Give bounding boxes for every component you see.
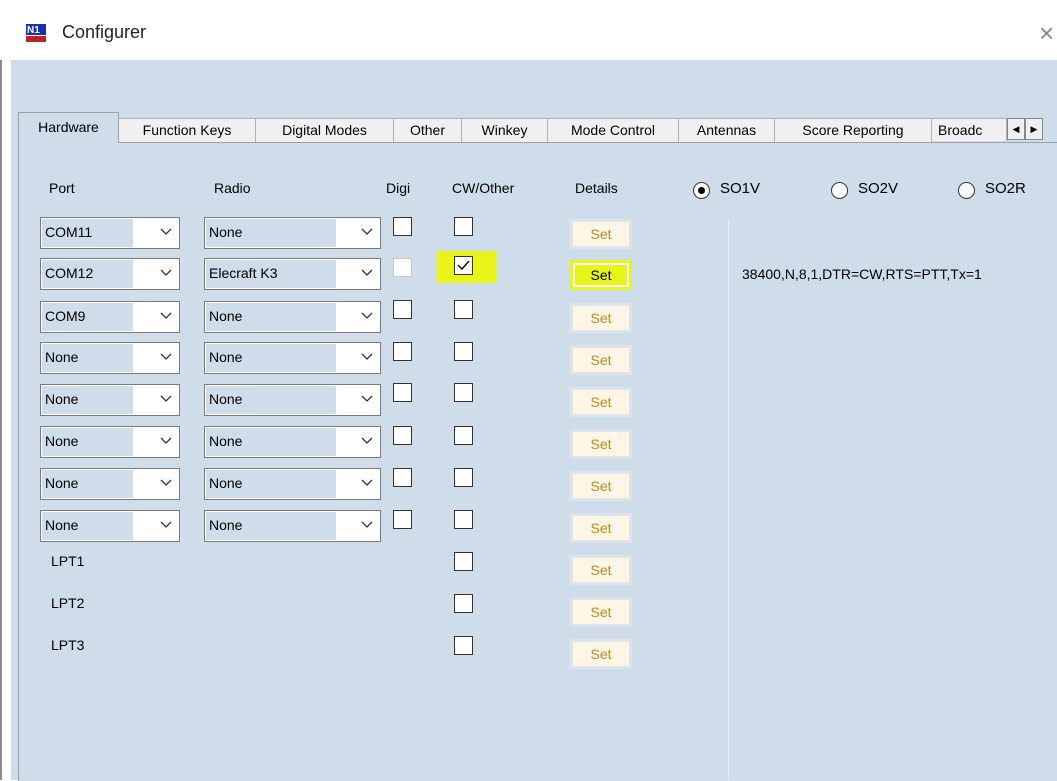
tab-scroll-right-icon[interactable]: ▶ [1025, 118, 1043, 140]
tab-antennas[interactable]: Antennas [678, 118, 775, 142]
chevron-down-icon [160, 395, 172, 402]
radio-select[interactable]: Elecraft K3 [204, 258, 381, 290]
radio-select[interactable]: None [204, 510, 381, 542]
panel-divider [728, 220, 729, 780]
so1v-radio[interactable] [693, 182, 710, 199]
chevron-down-icon [361, 521, 373, 528]
chevron-down-icon [160, 312, 172, 319]
chevron-down-icon [160, 479, 172, 486]
port-select[interactable]: None [40, 468, 180, 500]
lpt2-label: LPT2 [51, 595, 85, 611]
cw-checkbox[interactable] [454, 426, 473, 445]
window-title: Configurer [62, 22, 147, 42]
cw-checkbox[interactable] [454, 300, 473, 319]
so2r-label: SO2R [985, 180, 1026, 197]
set-button[interactable]: Set [570, 387, 632, 417]
digi-checkbox[interactable] [393, 342, 412, 361]
check-icon [457, 260, 470, 271]
tab-other[interactable]: Other [393, 118, 462, 142]
port-select[interactable]: None [40, 342, 180, 374]
tab-score-reporting[interactable]: Score Reporting [774, 118, 932, 142]
chevron-down-icon [160, 353, 172, 360]
tab-winkey[interactable]: Winkey [461, 118, 548, 142]
set-button[interactable]: Set [570, 555, 632, 585]
tab-hardware[interactable]: Hardware [18, 112, 119, 143]
radio-select[interactable]: None [204, 301, 381, 333]
set-button-highlighted[interactable]: Set [570, 260, 632, 290]
tab-mode-control[interactable]: Mode Control [547, 118, 679, 142]
set-button[interactable]: Set [570, 471, 632, 501]
set-button[interactable]: Set [570, 513, 632, 543]
tab-digital-modes[interactable]: Digital Modes [255, 118, 394, 142]
cw-checkbox[interactable] [454, 217, 473, 236]
port-select[interactable]: COM12 [40, 258, 180, 290]
lpt3-label: LPT3 [51, 637, 85, 653]
tab-broadcast[interactable]: Broadc [931, 118, 1007, 141]
digi-checkbox[interactable] [393, 383, 412, 402]
cw-checkbox[interactable] [454, 594, 473, 613]
tab-strip: Hardware Function Keys Digital Modes Oth… [18, 112, 1046, 143]
set-button[interactable]: Set [570, 219, 632, 249]
port-select[interactable]: None [40, 426, 180, 458]
chevron-down-icon [160, 228, 172, 235]
cw-checkbox[interactable] [454, 552, 473, 571]
cw-checkbox-checked[interactable] [454, 256, 473, 275]
close-icon[interactable]: × [1039, 18, 1057, 49]
so2v-label: SO2V [858, 180, 899, 197]
title-bar: N1 Configurer × [0, 0, 1057, 60]
digi-checkbox[interactable] [393, 217, 412, 236]
port-select[interactable]: None [40, 384, 180, 416]
lpt1-label: LPT1 [51, 553, 85, 569]
svg-text:N1: N1 [27, 25, 40, 36]
digi-checkbox[interactable] [393, 300, 412, 319]
radio-select[interactable]: None [204, 342, 381, 374]
set-button[interactable]: Set [570, 303, 632, 333]
radio-header: Radio [214, 180, 251, 196]
radio-select[interactable]: None [204, 384, 381, 416]
radio-select[interactable]: None [204, 468, 381, 500]
chevron-down-icon [160, 521, 172, 528]
chevron-down-icon [361, 395, 373, 402]
cw-other-header: CW/Other [452, 180, 515, 196]
set-button[interactable]: Set [570, 345, 632, 375]
digi-checkbox-disabled [393, 258, 412, 277]
radio-select[interactable]: None [204, 426, 381, 458]
chevron-down-icon [361, 353, 373, 360]
chevron-down-icon [361, 437, 373, 444]
tab-scroll-left-icon[interactable]: ◀ [1007, 118, 1025, 140]
port-select[interactable]: COM11 [40, 217, 180, 249]
set-button[interactable]: Set [570, 429, 632, 459]
port-select[interactable]: COM9 [40, 301, 180, 333]
set-button[interactable]: Set [570, 597, 632, 627]
port-header: Port [49, 180, 75, 196]
chevron-down-icon [160, 437, 172, 444]
cw-checkbox[interactable] [454, 636, 473, 655]
cw-checkbox[interactable] [454, 342, 473, 361]
so1v-label: SO1V [720, 180, 761, 197]
port-select[interactable]: None [40, 510, 180, 542]
chevron-down-icon [361, 479, 373, 486]
digi-header: Digi [386, 180, 411, 196]
window-border [0, 60, 2, 780]
app-logo-icon: N1 [25, 23, 47, 43]
cw-checkbox[interactable] [454, 510, 473, 529]
digi-checkbox[interactable] [393, 426, 412, 445]
chevron-down-icon [361, 312, 373, 319]
details-header: Details [575, 180, 618, 196]
set-button[interactable]: Set [570, 639, 632, 669]
so2r-radio[interactable] [958, 182, 975, 199]
so2v-radio[interactable] [831, 182, 848, 199]
chevron-down-icon [361, 269, 373, 276]
digi-checkbox[interactable] [393, 468, 412, 487]
cw-checkbox[interactable] [454, 383, 473, 402]
chevron-down-icon [160, 269, 172, 276]
chevron-down-icon [361, 228, 373, 235]
tab-function-keys[interactable]: Function Keys [118, 118, 256, 142]
radio-select[interactable]: None [204, 217, 381, 249]
cw-checkbox[interactable] [454, 468, 473, 487]
port-settings-text: 38400,N,8,1,DTR=CW,RTS=PTT,Tx=1 [742, 266, 982, 282]
digi-checkbox[interactable] [393, 510, 412, 529]
radio-selected-dot [698, 187, 705, 194]
